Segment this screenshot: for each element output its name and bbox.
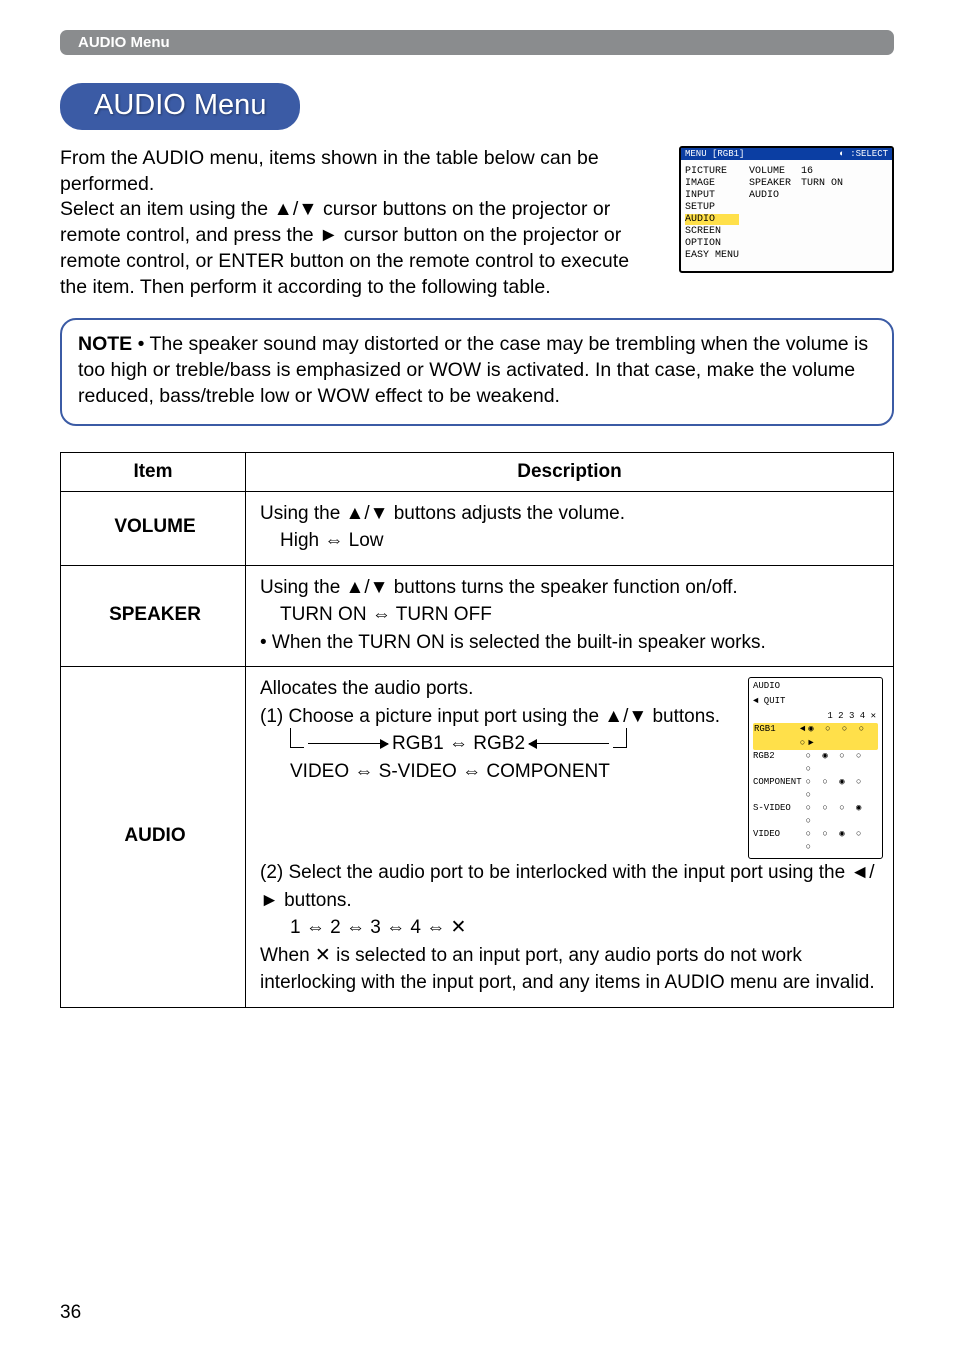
osd-hdr-right: ◐ :SELECT [839,149,888,159]
table-row: AUDIO Allocates the audio ports. (1) Cho… [61,667,894,1007]
desc-text: When ✕ is selected to an input port, any… [260,942,883,997]
desc-text: (1) Choose a picture input port using th… [260,703,736,731]
osd-item: SCREEN [685,226,739,237]
menu-table: Item Description VOLUME Using the ▲/▼ bu… [60,452,894,1008]
osd-val: VOLUME [749,166,791,177]
row-desc: Using the ▲/▼ buttons turns the speaker … [246,565,894,667]
osd-item: IMAGE [685,178,739,189]
table-row: VOLUME Using the ▲/▼ buttons adjusts the… [61,491,894,565]
osd-val: AUDIO [749,190,791,201]
sequence-line: RGB1 ⇔ RGB2 [260,730,736,758]
row-desc: Allocates the audio ports. (1) Choose a … [246,667,894,1007]
row-item: VOLUME [61,491,246,565]
osd-item-selected: AUDIO [685,214,739,225]
intro-row: From the AUDIO menu, items shown in the … [60,146,894,300]
turn-arrow-icon [290,728,304,748]
long-arrow-icon [529,738,609,750]
osd-right-col: 16 TURN ON [801,166,843,261]
osd-item: INPUT [685,190,739,201]
osd-audio-menu: AUDIO ◄ QUIT 1 2 3 4 ✕ RGB1 ◄◉ ○ ○ ○ ○► … [748,677,883,859]
osd-item: PICTURE [685,166,739,177]
desc-text: • When the TURN ON is selected the built… [260,629,883,657]
seq-text: RGB1 ⇔ RGB2 [392,730,525,758]
osd-audio-row: COMPONENT ○ ○ ◉ ○ ○ [753,776,878,802]
long-arrow-icon [308,738,388,750]
turn-arrow-icon [613,728,627,748]
desc-text: Using the ▲/▼ buttons turns the speaker … [260,577,738,598]
th-item: Item [61,452,246,491]
select-icon: ◐ [839,149,844,159]
note-text: • The speaker sound may distorted or the… [78,333,868,406]
desc-text: TURN ON ⇔ TURN OFF [260,601,883,629]
mute-icon: ✕ [315,945,331,966]
desc-text: High ⇔ Low [260,527,883,555]
row-item: AUDIO [61,667,246,1007]
osd-val: TURN ON [801,178,843,189]
osd-audio-row: S-VIDEO ○ ○ ○ ◉ ○ [753,802,878,828]
page-number: 36 [60,1302,81,1324]
desc-text: Using the ▲/▼ buttons adjusts the volume… [260,503,625,524]
row-item: SPEAKER [61,565,246,667]
osd-val: SPEAKER [749,178,791,189]
osd-item: SETUP [685,202,739,213]
row-desc: Using the ▲/▼ buttons adjusts the volume… [246,491,894,565]
osd-val: 16 [801,166,843,177]
desc-text: (2) Select the audio port to be interloc… [260,859,883,914]
osd-audio-cols: 1 2 3 4 ✕ [753,710,878,723]
osd-audio-quit: ◄ QUIT [753,695,878,708]
osd-left-col: PICTURE IMAGE INPUT SETUP AUDIO SCREEN O… [685,166,739,261]
seq-text: 1 ⇔ 2 ⇔ 3 ⇔ 4 ⇔ ✕ [260,914,883,942]
table-row: SPEAKER Using the ▲/▼ buttons turns the … [61,565,894,667]
osd-audio-row: VIDEO ○ ○ ◉ ○ ○ [753,828,878,854]
note-box: NOTE • The speaker sound may distorted o… [60,318,894,425]
osd-audio-row: RGB2 ○ ◉ ○ ○ ○ [753,750,878,776]
table-head-row: Item Description [61,452,894,491]
seq-text: VIDEO ⇔ S-VIDEO ⇔ COMPONENT [260,758,736,786]
intro-text: From the AUDIO menu, items shown in the … [60,146,659,300]
page-title: AUDIO Menu [60,83,300,130]
osd-item: OPTION [685,238,739,249]
th-desc: Description [246,452,894,491]
osd-audio-title: AUDIO [753,680,878,693]
osd-main-header: MENU [RGB1] ◐ :SELECT [681,148,892,160]
desc-text: Allocates the audio ports. [260,675,736,703]
mute-icon: ✕ [451,917,467,938]
osd-hdr-left: MENU [RGB1] [685,149,744,159]
osd-mid-col: VOLUME SPEAKER AUDIO [749,166,791,261]
note-label: NOTE [78,333,132,355]
section-header: AUDIO Menu [60,30,894,55]
osd-main-menu: MENU [RGB1] ◐ :SELECT PICTURE IMAGE INPU… [679,146,894,273]
osd-item: EASY MENU [685,250,739,261]
osd-audio-row-selected: RGB1 ◄◉ ○ ○ ○ ○► [753,723,878,749]
osd-main-body: PICTURE IMAGE INPUT SETUP AUDIO SCREEN O… [681,160,892,271]
